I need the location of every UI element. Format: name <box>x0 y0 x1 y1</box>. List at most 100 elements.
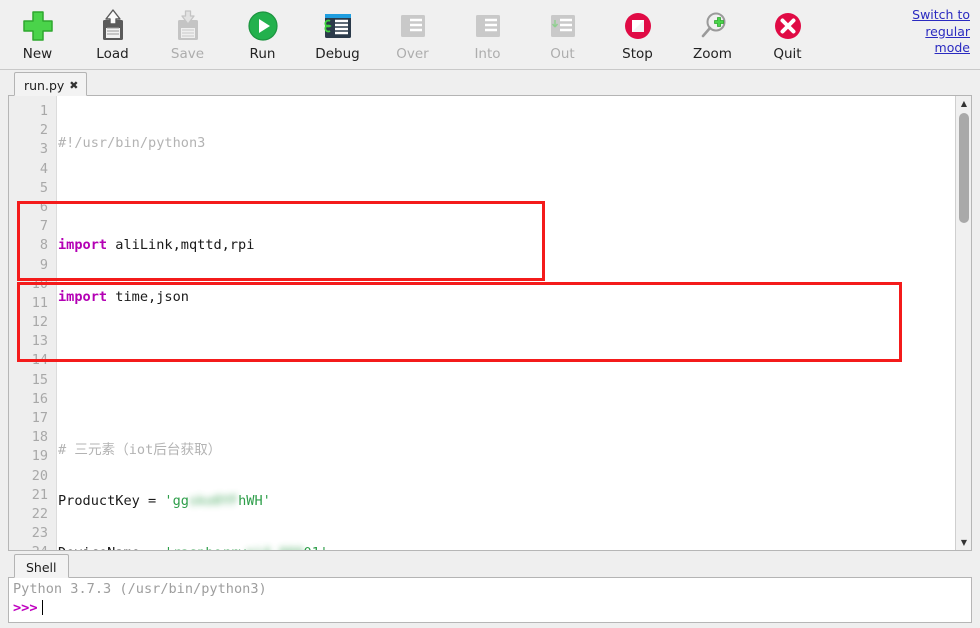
line-number: 17 <box>31 410 48 426</box>
line-number-gutter: 1 2 3 4 5 6 7 8 9 10 11 12 13 14 15 16 1… <box>9 96 57 550</box>
line-number: 6 <box>39 198 48 215</box>
toolbar-button-quit[interactable]: Quit <box>750 2 825 66</box>
toolbar-button-load[interactable]: Load <box>75 2 150 66</box>
thonny-window: New Load Save Run Debug Over Into Out St… <box>0 0 980 628</box>
quit-icon <box>770 8 806 44</box>
shell-prompt: >>> <box>13 600 38 617</box>
line-number: 11 <box>31 294 48 311</box>
line-number: 3 <box>39 141 48 158</box>
toolbar-label-save: Save <box>170 46 205 62</box>
shell-panel: Shell Python 3.7.3 (/usr/bin/python3) >>… <box>8 553 972 623</box>
code-text[interactable]: #!/usr/bin/python3 import aliLink,mqttd,… <box>58 96 954 550</box>
devicename-value-suffix: 01' <box>304 545 329 551</box>
comment-triplet: # 三元素（iot后台获取） <box>58 442 222 459</box>
shell-tab[interactable]: Shell <box>14 554 69 578</box>
zoom-icon <box>695 8 731 44</box>
stop-icon <box>620 8 656 44</box>
shell-tab-bar: Shell <box>8 553 972 578</box>
toolbar-label-zoom: Zoom <box>693 46 732 62</box>
editor-tab-label: run.py <box>24 77 65 93</box>
line-number: 19 <box>31 448 48 465</box>
toolbar-label-run: Run <box>249 46 276 62</box>
line-number: 21 <box>31 486 48 503</box>
var-devicename: DeviceName = <box>58 545 164 551</box>
editor-vertical-scrollbar[interactable]: ▲ ▼ <box>955 96 971 550</box>
plus-icon <box>20 8 56 44</box>
shell-output[interactable]: Python 3.7.3 (/usr/bin/python3) >>> <box>8 578 972 623</box>
line-number: 8 <box>39 237 48 254</box>
line-number: 4 <box>39 160 48 177</box>
line-number: 24 <box>9 543 56 550</box>
toolbar-button-run[interactable]: Run <box>225 2 300 66</box>
toolbar-button-over[interactable]: Over <box>375 2 450 66</box>
shebang-comment: #!/usr/bin/python3 <box>58 135 206 151</box>
toolbar-label-new: New <box>22 46 53 62</box>
toolbar-label-into: Into <box>474 46 501 62</box>
floppy-save-icon <box>170 8 206 44</box>
productkey-value-redacted: sko0YF <box>188 493 239 510</box>
step-out-icon <box>545 8 581 44</box>
keyword-import: import <box>58 237 108 254</box>
line-number: 16 <box>31 390 48 407</box>
editor-panel: run.py ✖ 1 2 3 4 5 6 7 8 9 10 11 12 13 1… <box>8 71 972 551</box>
line-number: 10 <box>31 275 48 292</box>
productkey-value-prefix: 'gg <box>164 493 189 510</box>
line-number: 18 <box>31 429 48 446</box>
toolbar-button-group: New Load Save Run Debug Over Into Out St… <box>0 2 825 66</box>
editor-tab-run-py[interactable]: run.py ✖ <box>14 72 87 96</box>
productkey-value-suffix: hWH' <box>238 493 271 510</box>
import-modules-1: aliLink,mqttd,rpi <box>107 237 255 254</box>
scrollbar-thumb[interactable] <box>959 113 969 223</box>
line-number: 14 <box>31 352 48 369</box>
text-cursor <box>41 600 44 616</box>
code-editor[interactable]: 1 2 3 4 5 6 7 8 9 10 11 12 13 14 15 16 1… <box>8 96 972 551</box>
line-number: 2 <box>39 122 48 139</box>
toolbar-label-over: Over <box>396 46 429 62</box>
switch-to-regular-mode-link[interactable]: Switch to regular mode <box>890 7 970 57</box>
line-number: 9 <box>39 256 48 273</box>
code-line-4: import time,json <box>58 288 954 307</box>
devicename-value-prefix: 'raspberry <box>164 545 246 551</box>
toolbar-button-new[interactable]: New <box>0 2 75 66</box>
line-number: 23 <box>31 525 48 542</box>
line-number: 12 <box>31 314 48 331</box>
scroll-up-arrow-icon[interactable]: ▲ <box>956 96 971 111</box>
toolbar-label-load: Load <box>96 46 129 62</box>
toolbar-label-out: Out <box>550 46 575 62</box>
scroll-down-arrow-icon[interactable]: ▼ <box>956 535 971 550</box>
devicename-value-redacted: pi4_000 <box>246 544 303 551</box>
import-modules-2: time,json <box>107 288 189 305</box>
line-number: 7 <box>39 218 48 235</box>
toolbar-button-save[interactable]: Save <box>150 2 225 66</box>
toolbar-button-into[interactable]: Into <box>450 2 525 66</box>
toolbar-button-debug[interactable]: Debug <box>300 2 375 66</box>
line-number: 20 <box>31 467 48 484</box>
toolbar-label-quit: Quit <box>773 46 802 62</box>
floppy-open-icon <box>95 8 131 44</box>
editor-tab-bar: run.py ✖ <box>8 71 972 96</box>
toolbar: New Load Save Run Debug Over Into Out St… <box>0 0 980 70</box>
toolbar-button-stop[interactable]: Stop <box>600 2 675 66</box>
toolbar-button-zoom[interactable]: Zoom <box>675 2 750 66</box>
keyword-import: import <box>58 288 108 305</box>
line-number: 5 <box>39 179 48 196</box>
shell-banner: Python 3.7.3 (/usr/bin/python3) <box>13 581 267 597</box>
debug-icon <box>320 8 356 44</box>
close-icon[interactable]: ✖ <box>69 80 78 91</box>
toolbar-button-out[interactable]: Out <box>525 2 600 66</box>
code-line-7: # 三元素（iot后台获取） <box>58 441 954 460</box>
shell-tab-label: Shell <box>26 559 57 575</box>
code-line-1: #!/usr/bin/python3 <box>58 134 954 153</box>
toolbar-label-debug: Debug <box>315 46 360 62</box>
line-number: 1 <box>39 103 48 119</box>
toolbar-label-stop: Stop <box>622 46 653 62</box>
code-line-9: DeviceName = 'raspberrypi4_00001' <box>58 544 954 551</box>
line-number: 22 <box>31 505 48 522</box>
step-over-icon <box>395 8 431 44</box>
code-line-3: import aliLink,mqttd,rpi <box>58 236 954 255</box>
step-into-icon <box>470 8 506 44</box>
var-productkey: ProductKey = <box>58 493 165 510</box>
